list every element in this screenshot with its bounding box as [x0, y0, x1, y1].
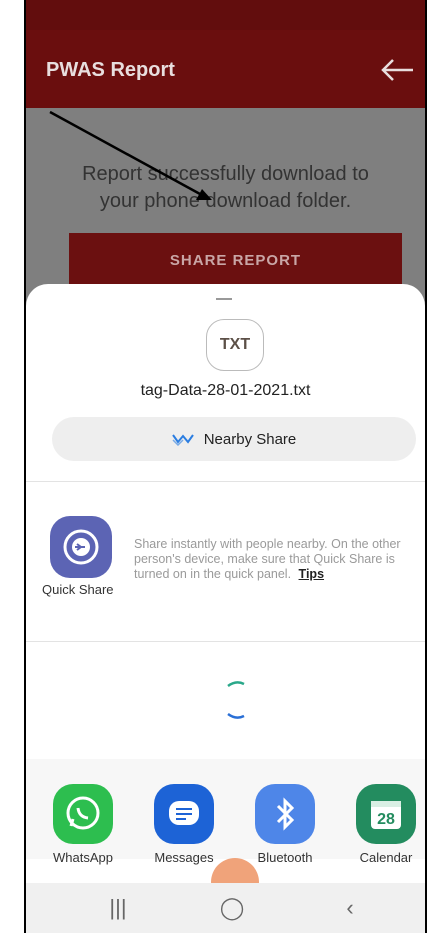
- status-bar: [26, 0, 425, 30]
- divider: [26, 641, 425, 642]
- app-calendar[interactable]: 28 Calendar: [341, 784, 425, 865]
- nearby-share-button[interactable]: Nearby Share: [52, 417, 416, 461]
- bluetooth-icon: [255, 784, 315, 844]
- app-label: Messages: [154, 850, 214, 865]
- loading-spinner: [227, 681, 245, 719]
- quick-share-description: Share instantly with people nearby. On t…: [134, 537, 402, 582]
- quick-share-description-text: Share instantly with people nearby. On t…: [134, 537, 401, 581]
- download-message: Report successfully download to your pho…: [26, 161, 425, 215]
- nearby-share-icon: [171, 434, 194, 446]
- divider: [26, 481, 425, 482]
- app-label: Calendar: [359, 850, 413, 865]
- nearby-share-label: Nearby Share: [203, 430, 297, 448]
- file-name: tag-Data-28-01-2021.txt: [140, 382, 311, 399]
- app-targets-row: WhatsApp Messages Bluetooth 28 Calendar: [26, 759, 425, 865]
- app-whatsapp[interactable]: WhatsApp: [38, 784, 128, 865]
- system-nav-bar: ||| ◯ ‹: [26, 883, 425, 933]
- app-messages[interactable]: Messages: [139, 784, 229, 865]
- quick-share-icon: [63, 529, 99, 565]
- report-content: Report successfully download to your pho…: [26, 108, 425, 308]
- recent-apps-icon[interactable]: |||: [98, 895, 138, 921]
- quick-share-label: Quick Share: [42, 582, 114, 597]
- file-type-icon: TXT: [206, 319, 264, 371]
- phone-screen: PWAS Report Report successfully download…: [24, 0, 427, 933]
- app-bluetooth[interactable]: Bluetooth: [240, 784, 330, 865]
- back-nav-icon[interactable]: ‹: [330, 895, 370, 921]
- back-button[interactable]: [377, 50, 417, 90]
- tips-link[interactable]: Tips: [299, 567, 324, 581]
- app-label: WhatsApp: [53, 850, 113, 865]
- message-line-1: Report successfully download to: [82, 163, 369, 185]
- whatsapp-icon: [53, 784, 113, 844]
- home-icon[interactable]: ◯: [212, 895, 252, 921]
- arrow-left-icon: [381, 59, 413, 81]
- share-report-button[interactable]: SHARE REPORT: [69, 233, 402, 289]
- sheet-handle[interactable]: [216, 298, 232, 300]
- app-bar: PWAS Report: [26, 30, 425, 108]
- quick-share-button[interactable]: [50, 516, 112, 578]
- messages-icon: [154, 784, 214, 844]
- page-title: PWAS Report: [46, 59, 175, 81]
- app-label: Bluetooth: [257, 850, 313, 865]
- message-line-2: your phone download folder.: [99, 190, 352, 212]
- share-sheet: TXT tag-Data-28-01-2021.txt Nearby Share…: [26, 284, 425, 884]
- calendar-day: 28: [377, 811, 395, 828]
- calendar-icon: 28: [356, 784, 416, 844]
